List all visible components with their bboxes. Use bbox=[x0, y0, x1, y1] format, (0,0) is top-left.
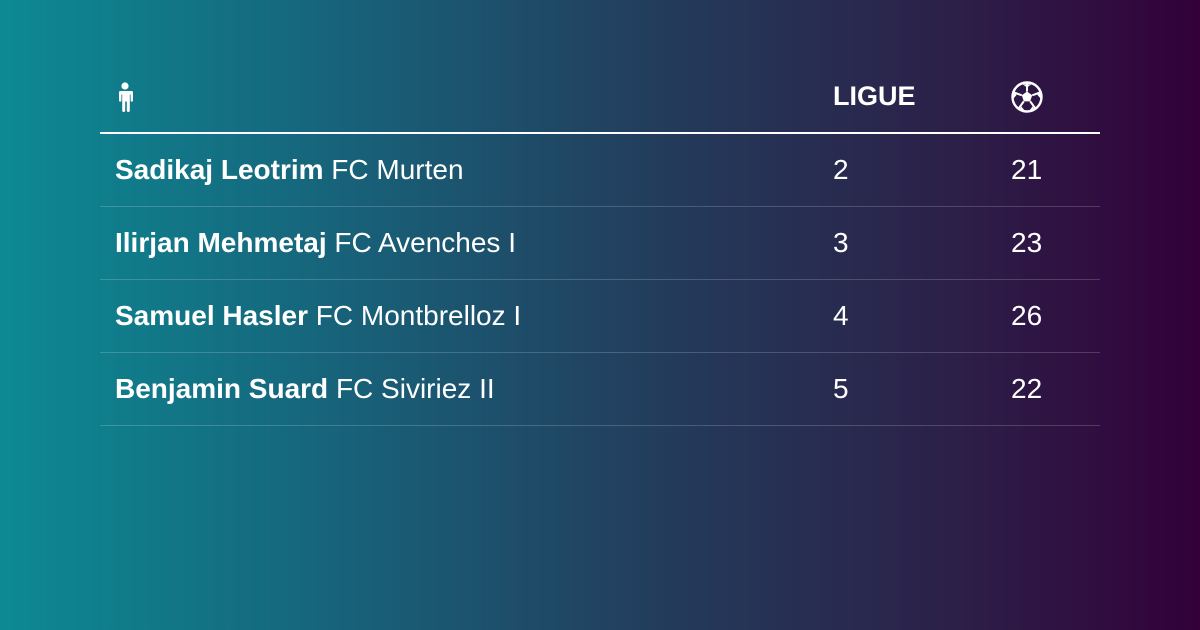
goals-value: 23 bbox=[1011, 227, 1043, 258]
table-row: Sadikaj Leotrim FC Murten 2 21 bbox=[100, 134, 1100, 207]
player-cell: Benjamin Suard FC Siviriez II bbox=[100, 373, 833, 405]
player-cell: Ilirjan Mehmetaj FC Avenches I bbox=[100, 227, 833, 259]
player-cell: Sadikaj Leotrim FC Murten bbox=[100, 154, 833, 186]
league-value: 3 bbox=[833, 227, 849, 258]
player-cell: Samuel Hasler FC Montbrelloz I bbox=[100, 300, 833, 332]
person-icon bbox=[115, 82, 135, 113]
goals-value: 22 bbox=[1011, 373, 1043, 404]
player-name: Ilirjan Mehmetaj bbox=[115, 227, 327, 258]
goals-value: 26 bbox=[1011, 300, 1043, 331]
soccer-ball-icon bbox=[1011, 81, 1043, 113]
player-name: Samuel Hasler bbox=[115, 300, 308, 331]
league-value: 2 bbox=[833, 154, 849, 185]
scorers-table: LIGUE Sadikaj Leotrim FC Murten 2 21 Ili… bbox=[100, 60, 1100, 426]
table-row: Ilirjan Mehmetaj FC Avenches I 3 23 bbox=[100, 207, 1100, 280]
header-player-cell bbox=[100, 80, 833, 113]
goals-value: 21 bbox=[1011, 154, 1043, 185]
club-name: FC Montbrelloz I bbox=[315, 300, 522, 331]
header-league: LIGUE bbox=[833, 80, 916, 111]
page: { "header": { "player_icon": "person-ico… bbox=[0, 0, 1200, 630]
club-name: FC Murten bbox=[331, 154, 464, 185]
table-row: Samuel Hasler FC Montbrelloz I 4 26 bbox=[100, 280, 1100, 353]
header-goals-cell bbox=[1011, 79, 1100, 113]
club-name: FC Siviriez II bbox=[335, 373, 495, 404]
league-value: 5 bbox=[833, 373, 849, 404]
player-name: Sadikaj Leotrim bbox=[115, 154, 324, 185]
club-name: FC Avenches I bbox=[334, 227, 516, 258]
league-value: 4 bbox=[833, 300, 849, 331]
table-header: LIGUE bbox=[100, 60, 1100, 134]
table-row: Benjamin Suard FC Siviriez II 5 22 bbox=[100, 353, 1100, 426]
player-name: Benjamin Suard bbox=[115, 373, 329, 404]
